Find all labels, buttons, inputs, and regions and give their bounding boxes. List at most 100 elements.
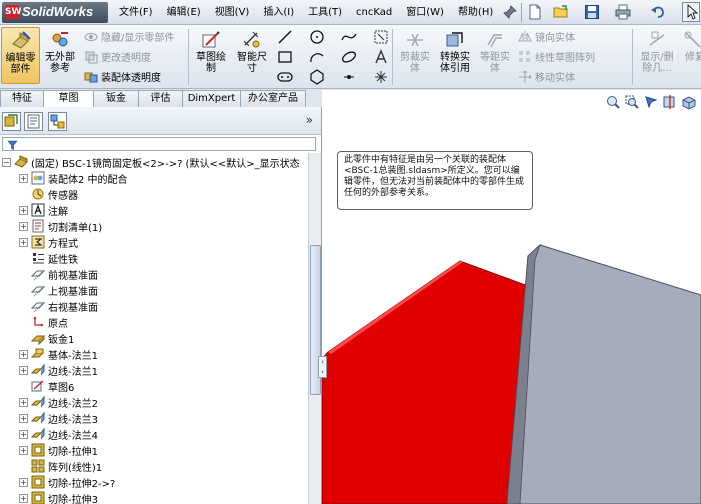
menu-help[interactable]: 帮助(H): [451, 0, 500, 25]
collapse-icon[interactable]: −: [2, 157, 11, 167]
tree-item[interactable]: 草图6: [19, 378, 74, 394]
tree-item[interactable]: 钣金1: [19, 330, 74, 346]
pin-icon[interactable]: [502, 4, 518, 20]
tree-item[interactable]: + 装配体2 中的配合: [19, 170, 128, 186]
tree-item[interactable]: 右视基准面: [19, 298, 98, 314]
tab-evaluate[interactable]: 评估: [138, 90, 183, 107]
point-tool-icon[interactable]: [340, 68, 358, 86]
section-view-icon[interactable]: [662, 94, 678, 110]
repair-button[interactable]: 修复: [680, 27, 701, 84]
property-manager-icon[interactable]: [24, 112, 43, 131]
trim-entities-button[interactable]: 剪裁实体: [396, 27, 434, 84]
tab-sheet-metal[interactable]: 钣金: [93, 90, 139, 107]
edit-part-button[interactable]: 编辑零部件: [1, 27, 40, 84]
tree-item[interactable]: + 切割清单(1): [19, 218, 102, 234]
ellipse-tool-icon[interactable]: [340, 48, 358, 66]
tree-item[interactable]: + 边线-法兰2: [19, 394, 98, 410]
tree-item[interactable]: 上视基准面: [19, 282, 98, 298]
centerline-tool-icon[interactable]: [372, 68, 390, 86]
select-pointer-icon[interactable]: [682, 2, 700, 22]
tab-dimxpert[interactable]: DimXpert: [182, 90, 241, 107]
feature-manager-tree-icon[interactable]: [2, 112, 21, 131]
expand-icon[interactable]: +: [19, 205, 28, 215]
tab-features[interactable]: 特征: [0, 90, 44, 107]
tree-item[interactable]: 前视基准面: [19, 266, 98, 282]
tree-item[interactable]: + 边线-法兰3: [19, 410, 98, 426]
tree-item[interactable]: 阵列(线性)1: [19, 458, 102, 474]
tree-item[interactable]: + 方程式: [19, 234, 78, 250]
rectangle-tool-icon[interactable]: [276, 48, 294, 66]
undo-icon[interactable]: [650, 4, 666, 20]
expand-icon[interactable]: +: [19, 237, 28, 247]
panel-expand-chevron-icon[interactable]: »: [306, 113, 313, 127]
print-icon[interactable]: [615, 4, 631, 20]
text-tool-icon[interactable]: [372, 48, 390, 66]
no-external-refs-button[interactable]: 无外部参考: [42, 27, 78, 84]
spline-tool-icon[interactable]: [340, 28, 358, 46]
panel-toolbar: »: [0, 107, 321, 135]
tree-item[interactable]: + 切除-拉伸1: [19, 442, 98, 458]
smart-sketch-icon[interactable]: [372, 28, 390, 46]
save-icon[interactable]: [584, 4, 600, 20]
mirror-entities-button[interactable]: 镜向实体: [518, 28, 575, 45]
solidworks-logo[interactable]: SW SolidWorks: [2, 2, 108, 23]
slot-tool-icon[interactable]: [276, 68, 294, 86]
tree-item[interactable]: 原点: [19, 314, 68, 330]
view-orientation-icon[interactable]: [681, 94, 697, 110]
expand-icon[interactable]: +: [19, 221, 28, 231]
menu-edit[interactable]: 编辑(E): [160, 0, 208, 25]
expand-icon[interactable]: +: [19, 349, 28, 359]
tree-scrollbar[interactable]: [308, 153, 321, 504]
arc-tool-icon[interactable]: [308, 48, 326, 66]
open-folder-icon[interactable]: [553, 4, 569, 20]
zoom-to-fit-icon[interactable]: [605, 94, 621, 110]
circle-tool-icon[interactable]: [308, 28, 326, 46]
no-external-refs-label: 无外部参考: [45, 52, 75, 74]
show-hide-relations-button[interactable]: 显示/删除几...: [636, 27, 678, 84]
line-tool-icon[interactable]: [276, 28, 294, 46]
hide-show-parts-button[interactable]: 隐藏/显示零部件: [84, 28, 174, 45]
expand-icon[interactable]: +: [19, 477, 28, 487]
expand-icon[interactable]: +: [19, 429, 28, 439]
polygon-tool-icon[interactable]: [308, 68, 326, 86]
tree-item[interactable]: + 边线-法兰4: [19, 426, 98, 442]
tree-item-label: 前视基准面: [48, 270, 98, 282]
expand-icon[interactable]: +: [19, 445, 28, 455]
expand-icon[interactable]: +: [19, 413, 28, 423]
menu-file[interactable]: 文件(F): [112, 0, 160, 25]
zoom-to-area-icon[interactable]: [624, 94, 640, 110]
menu-tools[interactable]: 工具(T): [301, 0, 349, 25]
new-document-icon[interactable]: [527, 4, 543, 20]
tree-item[interactable]: 传感器: [19, 186, 78, 202]
tree-item[interactable]: 延性铁: [19, 250, 78, 266]
tree-item[interactable]: + 切除-拉伸2->?: [19, 474, 115, 490]
assembly-transparency-button[interactable]: 装配体透明度: [84, 68, 161, 85]
expand-icon[interactable]: +: [19, 173, 28, 183]
tree-item[interactable]: + 切除-拉伸3: [19, 490, 98, 504]
change-transparency-button[interactable]: 更改透明度: [84, 48, 151, 65]
linear-sketch-pattern-button[interactable]: 线性草图阵列: [518, 48, 595, 65]
menu-window[interactable]: 窗口(W): [399, 0, 451, 25]
sketch-button[interactable]: 草图绘制: [193, 27, 229, 84]
configuration-manager-icon[interactable]: [48, 112, 67, 131]
menu-cnckad[interactable]: cncKad: [349, 0, 399, 25]
expand-icon[interactable]: +: [19, 493, 28, 503]
expand-icon[interactable]: +: [19, 365, 28, 375]
convert-entities-button[interactable]: 转换实体引用: [436, 27, 474, 84]
tree-item[interactable]: + 基体-法兰1: [19, 346, 98, 362]
menu-view[interactable]: 视图(V): [208, 0, 257, 25]
panel-collapse-handle[interactable]: ‹ ‹: [318, 356, 327, 378]
tree-root-part[interactable]: − (固定) BSC-1镜筒固定板<2>->? (默认<<默认>_显示状态: [2, 154, 300, 170]
offset-entities-button[interactable]: 等距实体: [476, 27, 514, 84]
tab-sketch[interactable]: 草图: [43, 90, 94, 107]
smart-dimension-button[interactable]: 智能尺寸: [234, 27, 270, 84]
expand-icon[interactable]: +: [19, 397, 28, 407]
move-entities-button[interactable]: 移动实体: [518, 68, 575, 85]
tree-filter-input[interactable]: [2, 137, 316, 151]
menu-insert[interactable]: 插入(I): [256, 0, 301, 25]
previous-view-icon[interactable]: [643, 94, 659, 110]
tree-item[interactable]: + 注解: [19, 202, 68, 218]
tab-office-products[interactable]: 办公室产品: [240, 90, 306, 107]
tree-item[interactable]: + 边线-法兰1: [19, 362, 98, 378]
